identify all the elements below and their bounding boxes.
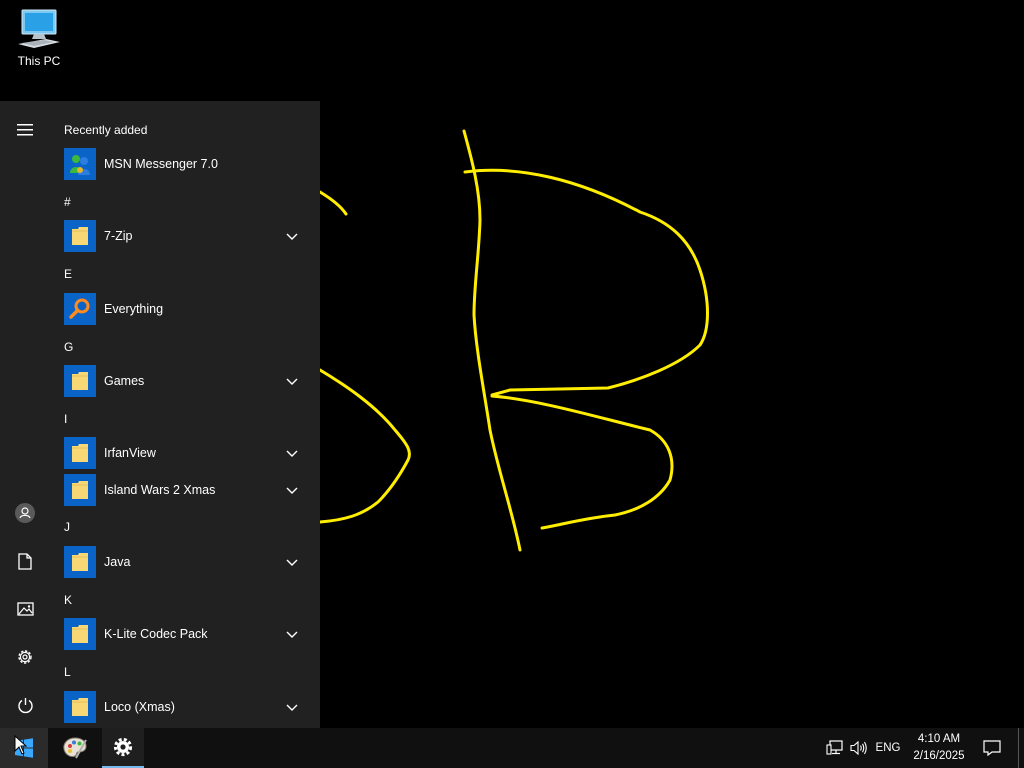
app-item-games[interactable]: Games: [50, 364, 312, 398]
section-header-j: J: [64, 520, 70, 534]
document-icon: [18, 552, 32, 570]
taskbar-app-paint[interactable]: [52, 728, 98, 768]
gear-icon: [18, 650, 32, 664]
folder-icon: [64, 220, 96, 252]
folder-icon: [64, 618, 96, 650]
app-item-island-wars-2-xmas[interactable]: Island Wars 2 Xmas: [50, 473, 312, 507]
chevron-down-icon[interactable]: [284, 699, 300, 715]
app-label: MSN Messenger 7.0: [104, 157, 218, 171]
chevron-down-icon[interactable]: [284, 554, 300, 570]
pictures-icon: [16, 602, 34, 616]
settings-button[interactable]: [0, 635, 50, 679]
folder-icon: [64, 437, 96, 469]
section-header-g: G: [64, 340, 74, 354]
network-button[interactable]: [824, 728, 846, 768]
chevron-down-icon[interactable]: [284, 228, 300, 244]
section-header-e: E: [64, 267, 73, 281]
app-label: K-Lite Codec Pack: [104, 627, 208, 641]
volume-icon: [850, 740, 867, 756]
app-label: Everything: [104, 302, 164, 316]
chevron-down-icon[interactable]: [284, 373, 300, 389]
mouse-cursor-icon: [14, 735, 28, 755]
chevron-down-icon[interactable]: [284, 482, 300, 498]
folder-icon: [64, 365, 96, 397]
documents-button[interactable]: [0, 539, 50, 583]
start-menu: Recently added MSN Messenger 7.0 # 7-Zip: [0, 101, 320, 728]
desktop-icon-label: This PC: [17, 54, 61, 68]
app-item-java[interactable]: Java: [50, 545, 312, 579]
drawing-stroke: [463, 168, 709, 397]
start-menu-rail: [0, 101, 50, 728]
power-icon: [17, 697, 33, 713]
taskbar-app-settings[interactable]: [102, 728, 144, 768]
folder-icon: [64, 546, 96, 578]
start-button[interactable]: [0, 728, 48, 768]
show-desktop-button[interactable]: [1018, 728, 1019, 768]
section-header-hash: #: [64, 195, 71, 209]
user-account-button[interactable]: [0, 491, 50, 535]
app-item-7-zip[interactable]: 7-Zip: [50, 219, 312, 253]
folder-icon: [64, 691, 96, 723]
app-label: Loco (Xmas): [104, 700, 175, 714]
app-item-loco-xmas[interactable]: Loco (Xmas): [50, 690, 312, 724]
app-item-irfanview[interactable]: IrfanView: [50, 436, 312, 470]
drawing-stroke: [318, 190, 348, 216]
input-language-indicator[interactable]: ENG: [872, 728, 904, 768]
section-header-recently-added: Recently added: [64, 123, 148, 137]
app-label: 7-Zip: [104, 229, 133, 243]
drawing-stroke: [318, 368, 411, 524]
expand-menu-button[interactable]: [0, 108, 50, 152]
paint-palette-icon: [63, 737, 87, 759]
section-header-l: L: [64, 665, 71, 679]
clock-time: 4:10 AM: [917, 733, 961, 745]
section-header-k: K: [64, 593, 73, 607]
desktop-icon-this-pc[interactable]: This PC: [8, 8, 70, 78]
volume-button[interactable]: [848, 728, 870, 768]
app-item-msn-messenger[interactable]: MSN Messenger 7.0: [50, 147, 312, 181]
this-pc-icon: [18, 9, 60, 48]
chevron-down-icon[interactable]: [284, 626, 300, 642]
app-item-k-lite-codec-pack[interactable]: K-Lite Codec Pack: [50, 617, 312, 651]
search-icon: [64, 293, 96, 325]
notifications-icon: [983, 740, 1001, 756]
section-header-i: I: [64, 412, 68, 426]
power-button[interactable]: [0, 683, 50, 727]
action-center-button[interactable]: [978, 728, 1006, 768]
folder-icon: [64, 474, 96, 506]
start-app-list: Recently added MSN Messenger 7.0 # 7-Zip: [50, 101, 320, 728]
app-item-everything[interactable]: Everything: [50, 292, 312, 326]
network-icon: [826, 740, 843, 755]
drawing-stroke: [490, 394, 674, 530]
app-label: Games: [104, 374, 145, 388]
clock-date: 2/16/2025: [913, 750, 965, 762]
user-icon: [15, 503, 35, 523]
drawing-stroke: [462, 129, 522, 552]
gear-icon: [113, 737, 133, 757]
app-label: Java: [104, 555, 131, 569]
pictures-button[interactable]: [0, 587, 50, 631]
msn-messenger-icon: [64, 148, 96, 180]
taskbar: ENG 4:10 AM 2/16/2025: [0, 728, 1024, 768]
chevron-down-icon[interactable]: [284, 445, 300, 461]
clock[interactable]: 4:10 AM 2/16/2025: [906, 731, 972, 765]
app-label: Island Wars 2 Xmas: [104, 483, 216, 497]
app-label: IrfanView: [104, 446, 156, 460]
hamburger-icon: [17, 124, 33, 136]
